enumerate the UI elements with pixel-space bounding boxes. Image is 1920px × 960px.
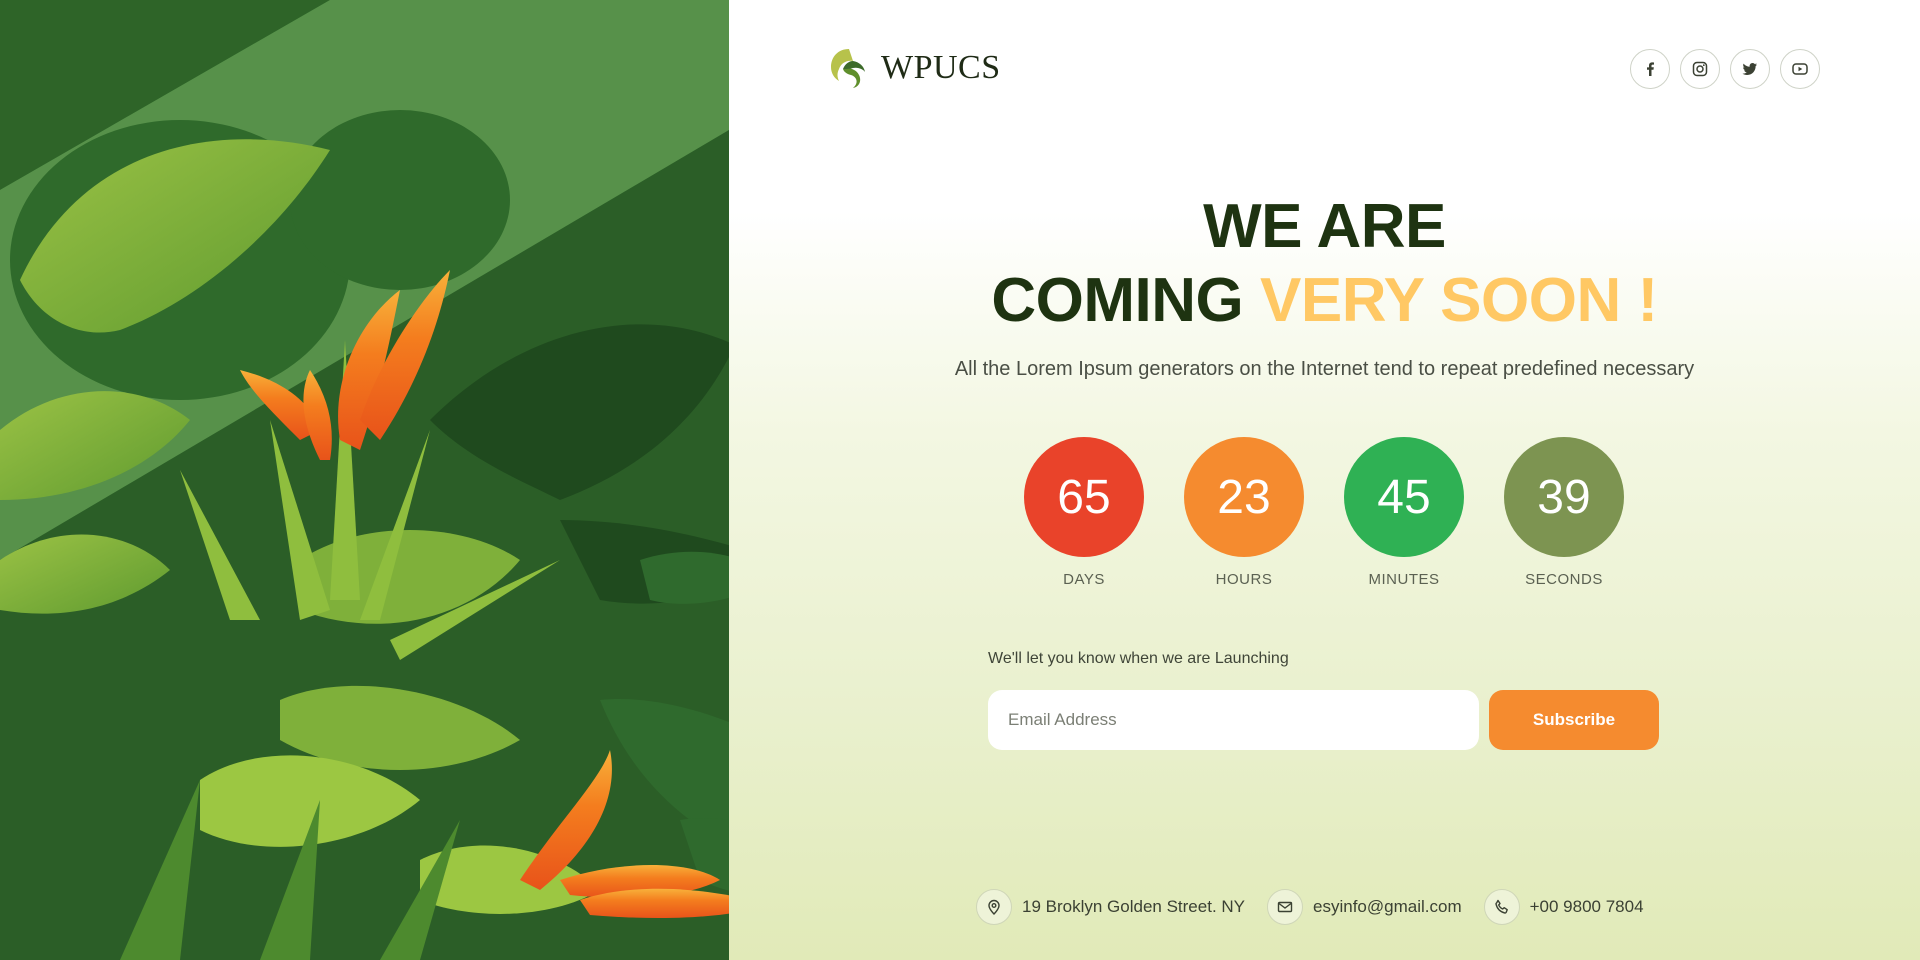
days-label: DAYS <box>1063 571 1105 588</box>
youtube-icon <box>1792 63 1808 75</box>
countdown-seconds: 39 SECONDS <box>1504 437 1624 588</box>
social-links <box>1630 49 1820 89</box>
countdown-minutes: 45 MINUTES <box>1344 437 1464 588</box>
countdown-timer: 65 DAYS 23 HOURS 45 MINUTES 39 SECONDS <box>1024 437 1624 588</box>
brand-logo[interactable]: WPUCS <box>829 47 1001 89</box>
contact-address: 19 Broklyn Golden Street. NY <box>976 889 1245 925</box>
email-input[interactable] <box>988 690 1479 750</box>
title-line-1: WE ARE <box>1203 192 1446 261</box>
email-text: esyinfo@gmail.com <box>1313 897 1462 916</box>
title-line-2: COMING <box>991 266 1260 335</box>
instagram-icon <box>1692 61 1708 77</box>
hours-label: HOURS <box>1215 571 1273 588</box>
content-panel: WPUCS WE ARE COMING VERY SOON ! All the … <box>729 0 1920 960</box>
countdown-days: 65 DAYS <box>1024 437 1144 588</box>
instagram-link[interactable] <box>1680 49 1720 89</box>
days-value: 65 <box>1024 437 1144 557</box>
address-text: 19 Broklyn Golden Street. NY <box>1022 897 1246 916</box>
location-pin-icon <box>976 889 1012 925</box>
minutes-label: MINUTES <box>1368 571 1440 588</box>
twitter-icon <box>1742 63 1757 75</box>
minutes-value: 45 <box>1344 437 1464 557</box>
logo-icon <box>831 49 865 88</box>
facebook-link[interactable] <box>1630 49 1670 89</box>
youtube-link[interactable] <box>1780 49 1820 89</box>
launch-notice: We'll let you know when we are Launching <box>988 650 1289 667</box>
hero-section: WE ARE COMING VERY SOON ! All the Lorem … <box>729 190 1920 381</box>
phone-text: +00 9800 7804 <box>1529 897 1644 916</box>
hero-subtitle: All the Lorem Ipsum generators on the In… <box>954 358 1695 380</box>
contact-phone[interactable]: +00 9800 7804 <box>1483 889 1644 925</box>
seconds-value: 39 <box>1504 437 1624 557</box>
title-accent: VERY SOON ! <box>1260 266 1658 335</box>
contact-email[interactable]: esyinfo@gmail.com <box>1267 889 1462 925</box>
seconds-label: SECONDS <box>1525 571 1603 588</box>
facebook-icon <box>1647 62 1654 76</box>
subscribe-form: Subscribe <box>988 690 1659 750</box>
phone-icon <box>1483 889 1520 925</box>
twitter-link[interactable] <box>1730 49 1770 89</box>
page-title: WE ARE COMING VERY SOON ! <box>729 190 1920 338</box>
brand-name: WPUCS <box>881 49 1001 86</box>
hours-value: 23 <box>1184 437 1304 557</box>
countdown-hours: 23 HOURS <box>1184 437 1304 588</box>
subscribe-button[interactable]: Subscribe <box>1489 690 1659 750</box>
mail-icon <box>1267 889 1304 925</box>
contact-info: 19 Broklyn Golden Street. NY esyinfo@gma… <box>976 889 1644 925</box>
